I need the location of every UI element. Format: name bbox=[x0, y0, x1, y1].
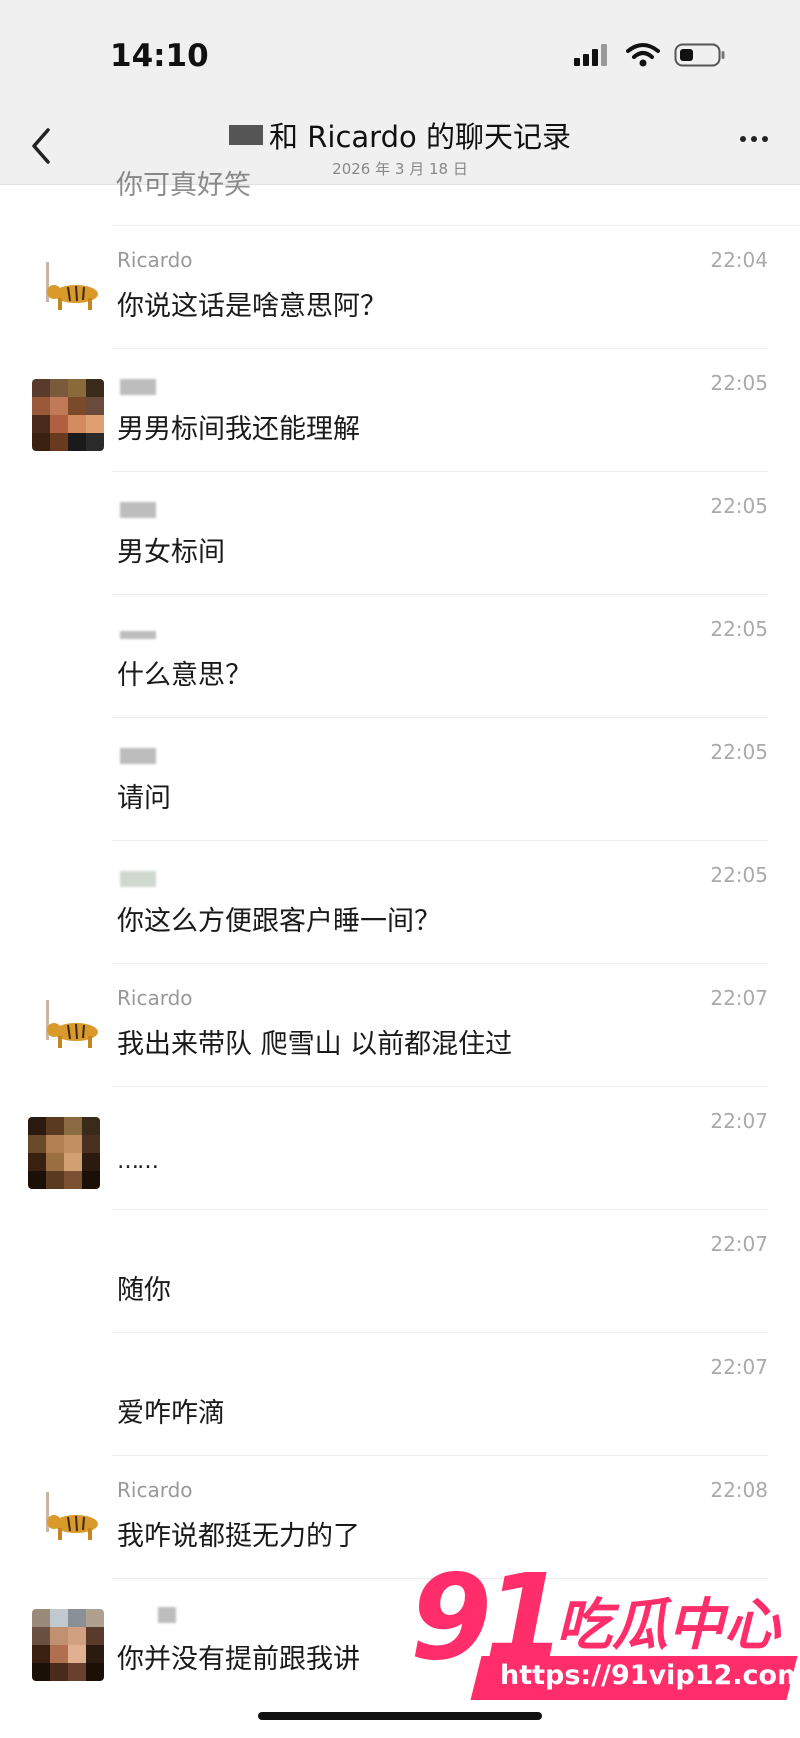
avatar-tiger-icon bbox=[32, 256, 104, 328]
cellular-signal-icon bbox=[574, 44, 607, 66]
message-sender-redacted bbox=[158, 1607, 176, 1623]
watermark-url: https://91vip12.com bbox=[500, 1660, 800, 1691]
message-text: 你并没有提前跟我讲 bbox=[117, 1644, 360, 1675]
message-sender: Ricardo bbox=[117, 248, 193, 272]
message-text: 你这么方便跟客户睡一间？ bbox=[117, 906, 441, 937]
message-text: 你说这话是啥意思阿？ bbox=[117, 291, 387, 322]
message-sender-redacted bbox=[120, 871, 156, 887]
message-time: 22:07 bbox=[710, 1109, 768, 1133]
avatar-pixelated-icon bbox=[32, 379, 104, 451]
message-time: 22:05 bbox=[710, 371, 768, 395]
message-row[interactable]: 22:05 什么意思？ bbox=[0, 595, 800, 718]
nav-title: 和 Ricardo 的聊天记录 bbox=[229, 114, 571, 156]
message-text: 你可真好笑 bbox=[116, 170, 251, 201]
message-row-partial: 你可真好笑 bbox=[112, 170, 800, 226]
message-sender-redacted bbox=[120, 748, 156, 764]
message-row[interactable]: 22:05 男女标间 bbox=[0, 472, 800, 595]
message-time: 22:07 bbox=[710, 986, 768, 1010]
message-text: 男男标间我还能理解 bbox=[117, 414, 360, 445]
message-text: 爱咋咋滴 bbox=[117, 1398, 225, 1429]
message-sender: Ricardo bbox=[117, 986, 193, 1010]
message-sender-redacted bbox=[120, 502, 156, 518]
message-row[interactable]: Ricardo 22:04 你说这话是啥意思阿？ bbox=[0, 226, 800, 349]
status-icons bbox=[572, 42, 726, 68]
message-text: …… bbox=[117, 1149, 159, 1174]
chat-history-list[interactable]: 你可真好笑 Ricardo 22:04 你说这话是啥意思阿？ 22:05 男男标… bbox=[0, 170, 800, 1702]
status-time: 14:10 bbox=[110, 38, 209, 74]
message-text: 我咋说都挺无力的了 bbox=[117, 1521, 360, 1552]
message-time: 22:05 bbox=[710, 494, 768, 518]
message-time: 22:05 bbox=[710, 617, 768, 641]
message-sender: Ricardo bbox=[117, 1478, 193, 1502]
message-sender-redacted bbox=[120, 379, 156, 395]
message-time: 22:04 bbox=[710, 248, 768, 272]
status-bar: 14:10 bbox=[0, 0, 800, 110]
wifi-icon bbox=[626, 43, 660, 67]
home-indicator[interactable] bbox=[258, 1712, 542, 1720]
message-row[interactable]: 22:07 …… bbox=[0, 1087, 800, 1210]
avatar-photo-icon bbox=[28, 1117, 100, 1189]
message-row[interactable]: 22:07 随你 bbox=[0, 1210, 800, 1333]
avatar-pixelated-icon bbox=[32, 1609, 104, 1681]
message-text: 随你 bbox=[117, 1275, 171, 1306]
message-row[interactable]: 22:05 男男标间我还能理解 bbox=[0, 349, 800, 472]
message-time: 22:07 bbox=[710, 1355, 768, 1379]
message-time: 22:05 bbox=[710, 863, 768, 887]
more-options-icon[interactable] bbox=[740, 136, 768, 142]
message-time: 22:07 bbox=[710, 1232, 768, 1256]
message-row[interactable]: Ricardo 22:07 我出来带队 爬雪山 以前都混住过 bbox=[0, 964, 800, 1087]
message-text: 什么意思？ bbox=[117, 660, 252, 691]
nav-title-text: 和 Ricardo 的聊天记录 bbox=[269, 120, 571, 154]
watermark-logo: 91 吃瓜中心 https://91vip12.com bbox=[406, 1548, 800, 1716]
message-text: 我出来带队 爬雪山 以前都混住过 bbox=[117, 1029, 513, 1060]
watermark-brand: 吃瓜中心 bbox=[556, 1593, 780, 1658]
message-time: 22:05 bbox=[710, 740, 768, 764]
message-text: 男女标间 bbox=[117, 537, 225, 568]
message-row[interactable]: 22:05 你这么方便跟客户睡一间？ bbox=[0, 841, 800, 964]
message-row[interactable]: 22:05 请问 bbox=[0, 718, 800, 841]
message-time: 22:08 bbox=[710, 1478, 768, 1502]
avatar-tiger-icon bbox=[32, 1486, 104, 1558]
message-row[interactable]: 22:07 爱咋咋滴 bbox=[0, 1333, 800, 1456]
redacted-name-icon bbox=[229, 125, 264, 145]
avatar-tiger-icon bbox=[32, 994, 104, 1066]
battery-icon bbox=[674, 43, 725, 67]
message-text: 请问 bbox=[117, 783, 171, 814]
message-sender-redacted bbox=[120, 631, 156, 639]
